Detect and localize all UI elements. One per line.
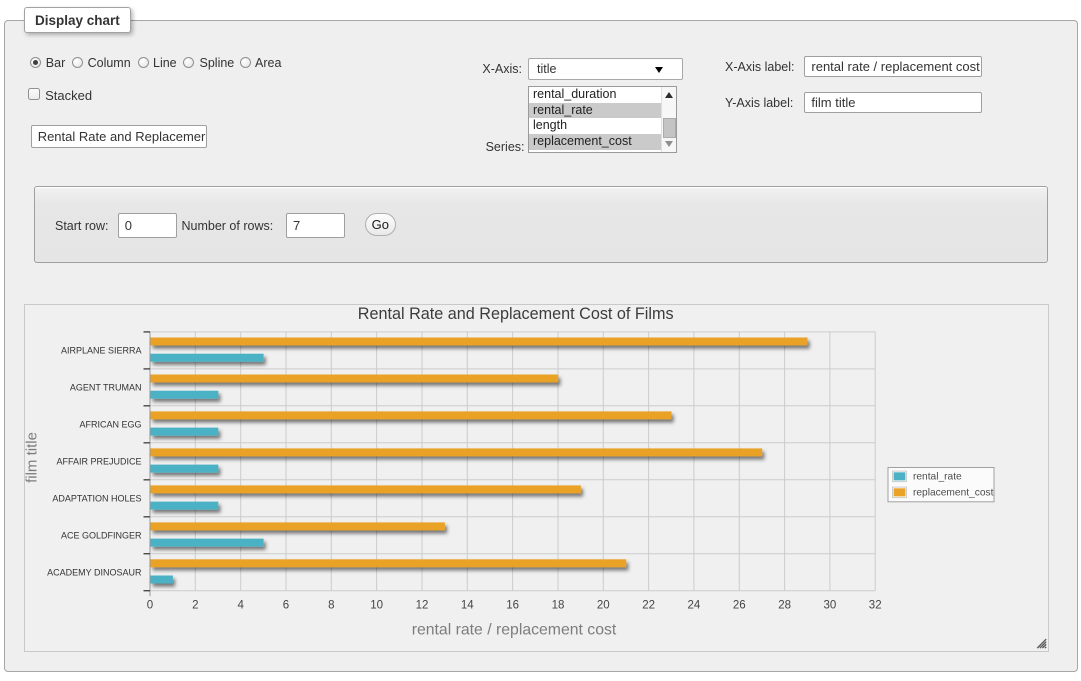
svg-text:AFFAIR PREJUDICE: AFFAIR PREJUDICE: [56, 456, 141, 466]
svg-text:14: 14: [461, 599, 474, 611]
svg-text:32: 32: [869, 599, 882, 611]
svg-text:18: 18: [552, 599, 565, 611]
svg-text:2: 2: [192, 599, 198, 611]
svg-text:ACADEMY DINOSAUR: ACADEMY DINOSAUR: [47, 567, 142, 577]
svg-text:20: 20: [597, 599, 610, 611]
svg-text:AIRPLANE SIERRA: AIRPLANE SIERRA: [61, 345, 142, 355]
svg-text:rental_rate: rental_rate: [913, 471, 962, 482]
svg-text:26: 26: [733, 599, 746, 611]
svg-text:24: 24: [688, 599, 701, 611]
svg-text:ACE GOLDFINGER: ACE GOLDFINGER: [61, 530, 142, 540]
svg-text:rental rate / replacement cost: rental rate / replacement cost: [412, 621, 617, 638]
svg-text:Rental Rate and Replacement Co: Rental Rate and Replacement Cost of Film…: [358, 305, 674, 323]
svg-text:4: 4: [237, 599, 244, 611]
svg-text:10: 10: [370, 599, 383, 611]
svg-text:6: 6: [283, 599, 289, 611]
svg-text:8: 8: [328, 599, 334, 611]
svg-text:0: 0: [147, 599, 153, 611]
svg-text:ADAPTATION HOLES: ADAPTATION HOLES: [52, 493, 141, 503]
svg-text:28: 28: [778, 599, 791, 611]
svg-text:16: 16: [506, 599, 519, 611]
svg-text:film title: film title: [25, 432, 41, 483]
svg-text:12: 12: [416, 599, 429, 611]
svg-text:22: 22: [642, 599, 655, 611]
svg-text:30: 30: [824, 599, 837, 611]
svg-text:AGENT TRUMAN: AGENT TRUMAN: [70, 382, 142, 392]
svg-text:AFRICAN EGG: AFRICAN EGG: [79, 419, 141, 429]
svg-text:replacement_cost: replacement_cost: [913, 487, 994, 498]
